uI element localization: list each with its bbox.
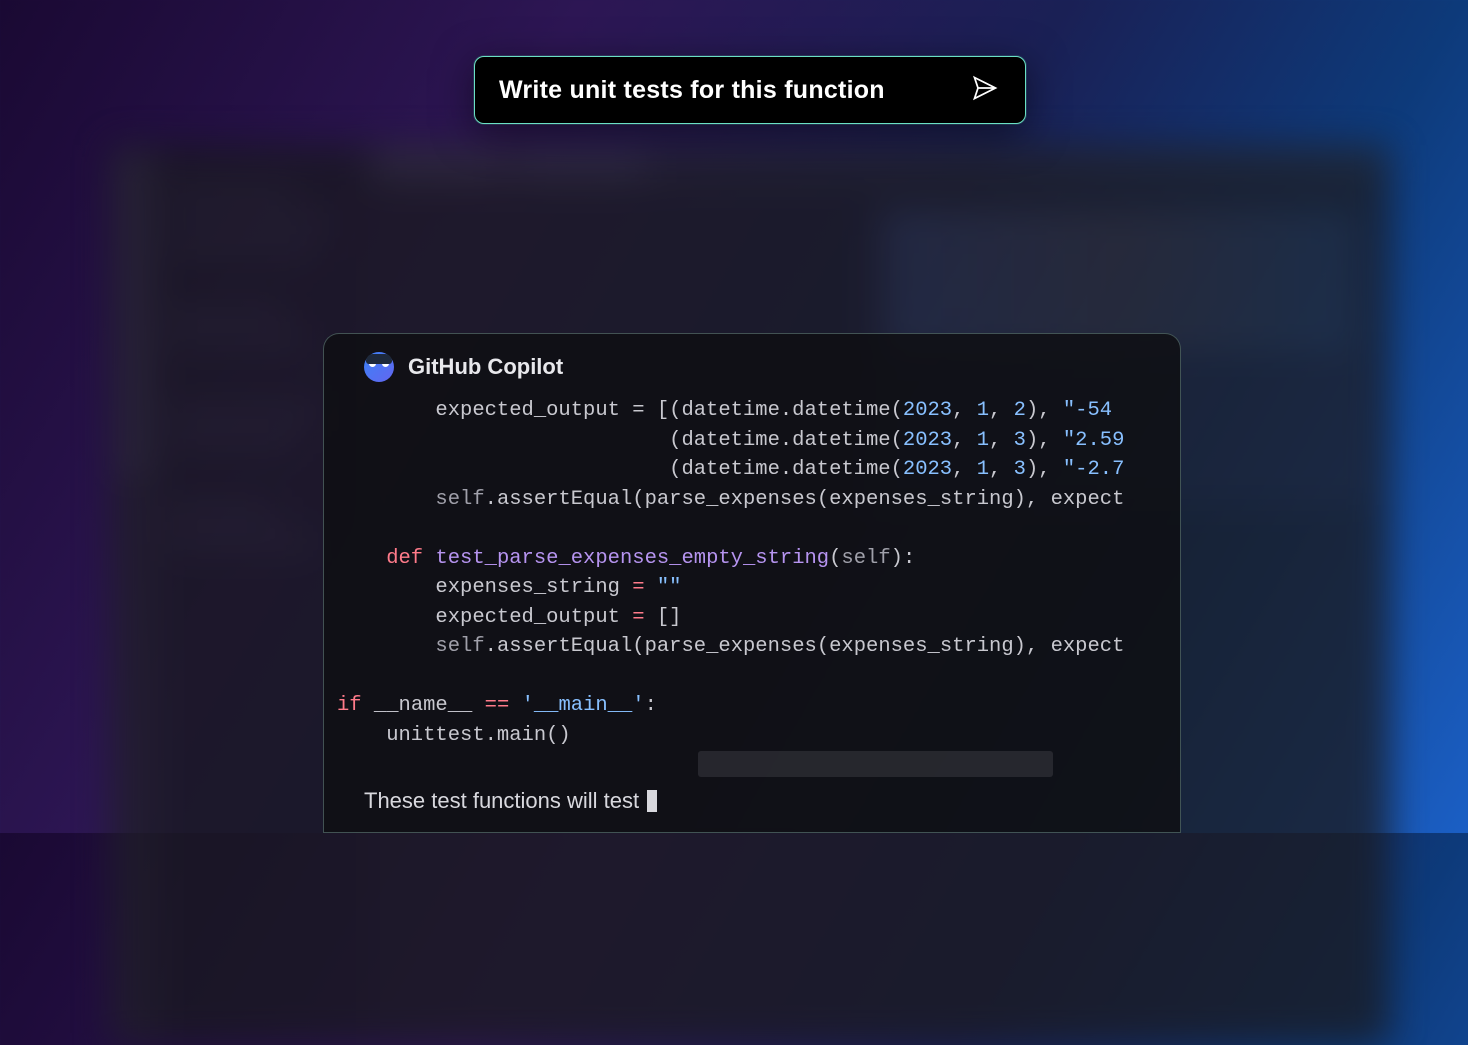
copilot-avatar-icon	[364, 352, 394, 382]
copilot-title: GitHub Copilot	[408, 354, 563, 380]
code-suggestion[interactable]: expected_output = [(datetime.datetime(20…	[324, 396, 1180, 750]
typing-cursor-icon	[647, 790, 657, 812]
copilot-panel: GitHub Copilot expected_output = [(datet…	[323, 333, 1181, 833]
prompt-input-bar[interactable]: Write unit tests for this function	[474, 56, 1026, 124]
copilot-header: GitHub Copilot	[324, 334, 1180, 396]
prompt-text: Write unit tests for this function	[499, 76, 885, 105]
caption-text: These test functions will test	[364, 788, 639, 814]
send-icon[interactable]	[971, 74, 999, 107]
copilot-caption: These test functions will test	[324, 770, 1180, 832]
